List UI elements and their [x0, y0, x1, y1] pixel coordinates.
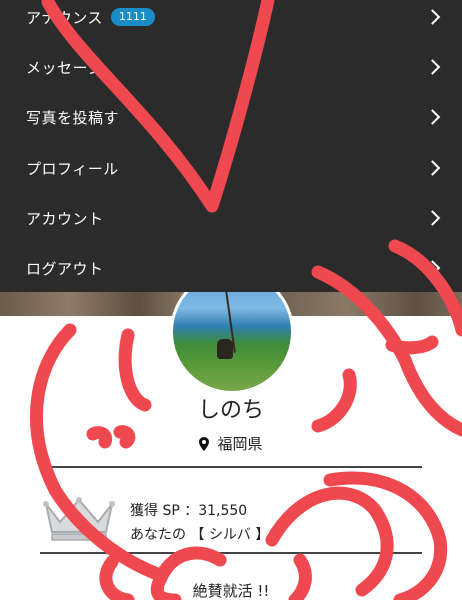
- menu-item-label: アカウント: [26, 209, 104, 228]
- rank-text: あなたの 【 シルバ 】: [130, 527, 270, 543]
- chevron-right-icon: [424, 109, 441, 125]
- divider: [40, 552, 422, 554]
- chevron-right-icon: [424, 59, 441, 75]
- location-label: 福岡県: [217, 435, 263, 453]
- menu-item-label: アナウンス: [26, 8, 103, 27]
- notification-badge: 1111: [110, 8, 155, 26]
- location-pin-icon: [199, 436, 210, 451]
- chevron-right-icon: [424, 9, 441, 25]
- profile-location: 福岡県: [0, 433, 462, 454]
- menu-item-label: プロフィール: [26, 159, 119, 178]
- crown-icon: [43, 497, 115, 541]
- status-message: 絶賛就活 !!: [192, 582, 270, 600]
- menu-item-label: 写真を投稿す: [26, 108, 120, 127]
- chevron-right-icon: [424, 160, 441, 176]
- profile-name: しのち: [197, 398, 264, 423]
- chevron-right-icon: [424, 210, 441, 226]
- menu-item-label: メッセージ: [26, 58, 104, 77]
- menu-item-label: ログアウト: [26, 259, 104, 278]
- menu-item-messages[interactable]: メッセージ: [0, 42, 462, 92]
- divider: [40, 466, 422, 468]
- chevron-right-icon: [424, 260, 441, 276]
- menu-item-profile[interactable]: プロフィール: [0, 143, 462, 193]
- sp-points: 獲得 SP ：31,550: [130, 503, 248, 519]
- menu-item-post-photo[interactable]: 写真を投稿す: [0, 92, 462, 142]
- menu-item-announcements[interactable]: アナウンス 1111: [0, 0, 462, 42]
- avatar-photo-figure: [217, 339, 233, 359]
- menu-item-logout[interactable]: ログアウト: [0, 243, 462, 293]
- menu-item-account[interactable]: アカウント: [0, 193, 462, 243]
- dropdown-menu: アナウンス 1111 メッセージ 写真を投稿す プロフィール アカウント ログア…: [0, 0, 462, 292]
